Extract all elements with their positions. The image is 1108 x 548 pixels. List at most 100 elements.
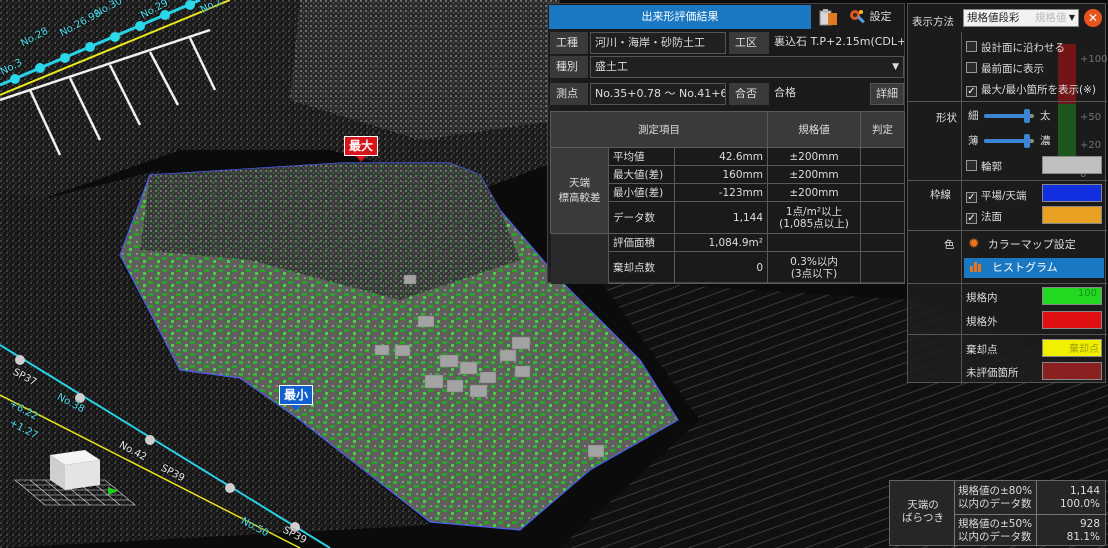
gear-icon: ✹ [968,236,980,252]
close-icon[interactable]: ✕ [1084,9,1102,27]
stats-row1-pct: 100.0% [1059,498,1100,510]
histogram-icon [970,258,982,278]
slider-handle[interactable] [1024,109,1030,123]
front-label: 最前面に表示 [981,63,1044,75]
scale-tick: +50 [1080,112,1102,123]
item-judge [860,201,905,234]
sokuten-row: 測点 No.35+0.78 ～ No.41+6.2 合否 合格 詳細 [548,81,906,107]
histogram-button[interactable]: ヒストグラム [964,258,1104,278]
chevron-down-icon: ▼ [1068,13,1075,22]
rejected-label: 棄却点 [966,344,998,356]
evaluation-results-panel: 出来形評価結果 設定 工種 河川・海岸・砂防土工 工区 裏込石 T.P+2.15… [547,3,906,284]
checkbox-box [966,160,977,171]
item-name: 最小値(差) [608,183,675,202]
out-spec-label: 規格外 [966,316,998,328]
section-divider [908,334,1107,335]
item-value: 1,084.9m² [674,233,768,252]
table-row: 天端 標高較差 平均値 42.6mm ±200mm [550,147,905,234]
group-blank [550,233,609,284]
clipboard-export-icon[interactable] [816,7,840,27]
item-value: -123mm [674,183,768,202]
measurement-table: 測定項目 規格値 判定 天端 標高較差 平均値 42.6mm ±200mm 最大… [550,111,905,284]
out-spec-color-swatch[interactable] [1042,311,1102,329]
item-spec: ±200mm [767,183,861,202]
show-minmax-checkbox[interactable]: ✓ 最大/最小箇所を表示(※) [966,82,1096,97]
item-name: 棄却点数 [608,251,675,284]
item-value: 160mm [674,165,768,184]
method-value: 規格値段彩 [967,12,1020,24]
flat-edge-checkbox[interactable]: ✓ 平場/天端 [966,188,1027,203]
opacity-slider[interactable] [984,134,1034,148]
flat-edge-color-swatch[interactable] [1042,184,1102,202]
stats-row2-count: 928 [1079,518,1100,530]
method-select[interactable]: 規格値段彩 規格値 ▼ [963,9,1079,27]
item-spec: 1点/m²以上 (1,085点以上) [767,201,861,234]
shubetsu-select[interactable]: 盛土工 ▼ [590,56,904,78]
header-spec: 規格値 [767,111,861,148]
outline-checkbox[interactable]: 輪郭 [966,159,1002,174]
show-minmax-label: 最大/最小箇所を表示(※) [981,84,1097,96]
settings-button[interactable]: 設定 [848,7,904,27]
front-checkbox[interactable]: 最前面に表示 [966,61,1044,76]
section-divider [908,180,1107,181]
fit-design-checkbox[interactable]: 設計面に沿わせる [966,40,1065,55]
item-spec: 0.3%以内 (3点以下) [767,251,861,284]
item-value: 42.6mm [674,147,768,166]
check-icon: ✓ [966,86,977,97]
unevaluated-color-swatch[interactable] [1042,362,1102,380]
header-item: 測定項目 [550,111,768,148]
line-width-slider[interactable] [984,109,1034,123]
in-spec-color-swatch[interactable]: 100 [1042,287,1102,305]
in-spec-label: 規格内 [966,292,998,304]
stats-row2-label: 規格値の±50% 以内のデータ数 [958,518,1033,543]
rejected-value: 棄却点 [1069,344,1099,355]
dark-label: 濃 [1040,135,1051,147]
item-judge [860,233,905,252]
eval-header: 出来形評価結果 設定 [548,4,906,30]
check-icon: ✓ [966,213,977,224]
method-ghost-text: 規格値 [1034,12,1067,24]
flat-edge-label: 平場/天端 [981,190,1027,202]
slope-checkbox[interactable]: ✓ 法面 [966,209,1002,224]
max-marker: 最大 [344,136,379,162]
slope-label: 法面 [981,211,1002,223]
detail-button[interactable]: 詳細 [870,83,904,105]
method-label: 表示方法 [912,16,954,28]
kouku-label: 工区 [729,32,769,54]
in-spec-value: 100 [1077,288,1097,299]
chevron-down-icon: ▼ [892,62,899,72]
variance-stats-panel: 天端の ばらつき 規格値の±80% 以内のデータ数 1,144 100.0% 規… [889,480,1107,547]
table-row: 評価面積 1,084.9m² [550,233,905,284]
check-icon: ✓ [966,192,977,203]
thin-label: 細 [968,110,979,122]
scale-tick: +20 [1080,140,1102,151]
settings-label: 設定 [869,10,892,23]
item-spec: ±200mm [767,165,861,184]
header-judge: 判定 [860,111,905,148]
slope-color-swatch[interactable] [1042,206,1102,224]
stats-row2-pct: 81.1% [1066,531,1100,543]
unevaluated-label: 未評価箇所 [966,367,1019,379]
shape-label: 形状 [936,112,957,124]
item-judge [860,183,905,202]
display-settings-panel: +100 +50 +20 0 表示方法 規格値段彩 規格値 ▼ ✕ 設計面に沿わ… [907,3,1108,384]
shubetsu-label: 種別 [550,56,588,78]
color-label: 色 [944,239,955,251]
kotei-label: 工種 [550,32,588,54]
gouhi-value: 合格 [774,86,796,99]
gouhi-label: 合否 [729,83,769,105]
item-judge [860,165,905,184]
sokuten-label: 測点 [550,83,588,105]
slider-handle[interactable] [1024,134,1030,148]
kotei-row: 工種 河川・海岸・砂防土工 工区 裏込石 T.P+2.15m(CDL+4. [548,30,906,56]
panel-divider [961,32,962,384]
fit-design-label: 設計面に沿わせる [981,42,1065,54]
outline-color-swatch[interactable] [1042,156,1102,174]
section-divider [908,101,1107,102]
checkbox-box [966,41,977,52]
scale-tick: +100 [1080,54,1108,65]
item-name: データ数 [608,201,675,234]
rejected-color-swatch[interactable]: 棄却点 [1042,339,1102,357]
stats-row1-label: 規格値の±80% 以内のデータ数 [958,485,1033,510]
colormap-button[interactable]: ✹ カラーマップ設定 [964,233,1104,255]
